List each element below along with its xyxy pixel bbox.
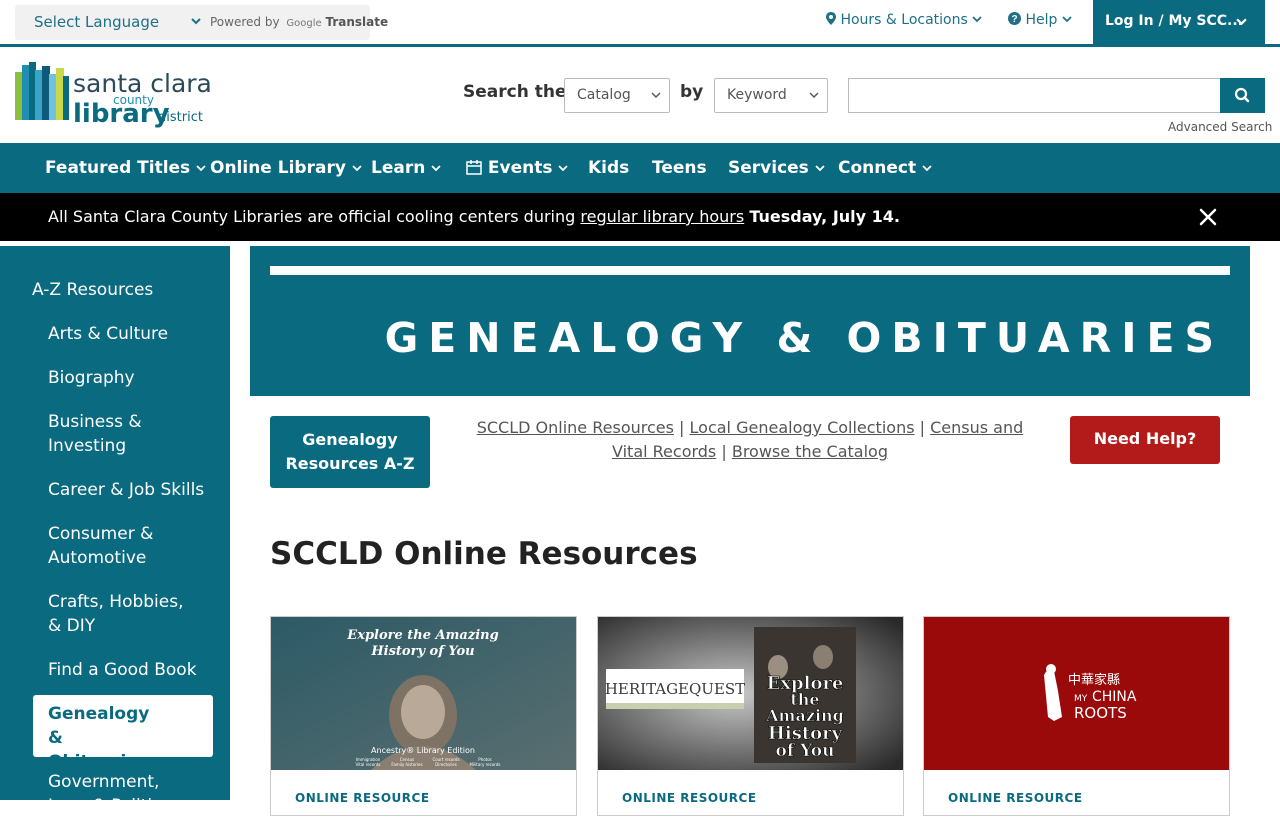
sidebar-item-genealogy[interactable]: Genealogy & Obituaries <box>48 702 168 774</box>
chevron-down-icon <box>1062 16 1072 23</box>
chevron-down-icon <box>651 92 661 98</box>
library-hours-link[interactable]: regular library hours <box>580 207 744 226</box>
search-by-label: by <box>680 82 704 102</box>
section-heading: SCCLD Online Resources <box>270 536 698 572</box>
hours-locations-link[interactable]: Hours & Locations <box>826 12 982 28</box>
nav-learn[interactable]: Learn <box>371 158 441 178</box>
main-nav: Featured Titles Online Library Learn Eve… <box>0 143 1280 193</box>
close-icon[interactable] <box>1198 207 1218 227</box>
svg-text:Vital records: Vital records <box>355 762 380 767</box>
svg-text:HERITAGEQUEST: HERITAGEQUEST <box>605 680 745 698</box>
svg-text:Military records: Military records <box>470 762 501 767</box>
powered-by: Powered by Google Translate <box>210 15 389 29</box>
alert-banner: All Santa Clara County Libraries are off… <box>0 193 1280 241</box>
chevron-down-icon <box>815 165 825 172</box>
login-button[interactable]: Log In / My SCC... <box>1093 0 1265 44</box>
need-help-button[interactable]: Need Help? <box>1070 416 1220 464</box>
nav-connect[interactable]: Connect <box>838 158 932 178</box>
language-selector[interactable]: Select Language Powered by Google Transl… <box>15 5 388 40</box>
sidebar-item-arts-culture[interactable]: Arts & Culture <box>48 322 213 346</box>
svg-text:ROOTS: ROOTS <box>1074 704 1127 722</box>
search-label: Search the <box>463 82 567 102</box>
utility-bar: Select Language Powered by Google Transl… <box>0 0 1280 44</box>
chevron-down-icon <box>809 92 819 98</box>
nav-online-library[interactable]: Online Library <box>210 158 362 178</box>
header-divider <box>0 44 1280 47</box>
sidebar-item-consumer[interactable]: Consumer & Automotive <box>48 522 158 570</box>
banner-rule <box>270 266 1230 275</box>
mychinaroots-image: 中華家縣 MY CHINA ROOTS <box>924 617 1229 770</box>
chevron-down-icon <box>558 165 569 172</box>
sidebar-item-az-resources[interactable]: A-Z Resources <box>32 278 197 302</box>
page-title: GENEALOGY & OBITUARIES <box>384 314 1224 362</box>
help-link[interactable]: ? Help <box>1008 12 1072 28</box>
nav-teens[interactable]: Teens <box>652 158 707 178</box>
nav-services[interactable]: Services <box>728 158 825 178</box>
card-type-label: ONLINE RESOURCE <box>622 791 757 805</box>
svg-text:CHINA: CHINA <box>1092 689 1137 705</box>
advanced-search-link[interactable]: Advanced Search <box>1168 120 1272 134</box>
svg-text:Directories: Directories <box>435 762 457 767</box>
heritagequest-image: HERITAGEQUEST Explore the Amazing Histor… <box>598 617 903 770</box>
local-genealogy-link[interactable]: Local Genealogy Collections <box>690 418 915 437</box>
sidebar-item-government[interactable]: Government, Law, & Politics <box>48 770 198 818</box>
svg-text:library: library <box>73 99 170 129</box>
chevron-down-icon <box>196 165 206 172</box>
svg-text:Family histories: Family histories <box>391 762 422 767</box>
svg-text:MY: MY <box>1074 694 1088 704</box>
resource-card-mychinaroots[interactable]: 中華家縣 MY CHINA ROOTS ONLINE RESOURCE <box>923 616 1230 816</box>
svg-text:district: district <box>158 110 203 125</box>
chevron-down-icon <box>972 16 982 23</box>
nav-featured-titles[interactable]: Featured Titles <box>45 158 206 178</box>
translate-link[interactable]: Translate <box>325 15 388 29</box>
resource-card-ancestry[interactable]: Explore the Amazing History of You Ances… <box>270 616 577 816</box>
genealogy-resources-button[interactable]: Genealogy Resources A-Z <box>270 416 430 488</box>
calendar-icon <box>466 160 482 175</box>
svg-text:Explore the Amazing: Explore the Amazing <box>346 628 498 643</box>
svg-text:Ancestry® Library Edition: Ancestry® Library Edition <box>371 746 475 755</box>
card-type-label: ONLINE RESOURCE <box>295 791 430 805</box>
browse-catalog-link[interactable]: Browse the Catalog <box>732 442 888 461</box>
card-type-label: ONLINE RESOURCE <box>948 791 1083 805</box>
search-input[interactable] <box>848 78 1221 113</box>
sccld-online-resources-link[interactable]: SCCLD Online Resources <box>477 418 674 437</box>
quick-links: SCCLD Online Resources | Local Genealogy… <box>476 418 1024 461</box>
logo-mark: santa clara county library district <box>15 62 212 129</box>
svg-text:中華家縣: 中華家縣 <box>1068 672 1120 688</box>
sidebar-item-business[interactable]: Business & Investing <box>48 410 158 458</box>
search-scope-select[interactable]: Catalog <box>564 78 670 113</box>
alert-text: All Santa Clara County Libraries are off… <box>48 207 900 226</box>
resource-card-heritagequest[interactable]: HERITAGEQUEST Explore the Amazing Histor… <box>597 616 904 816</box>
nav-kids[interactable]: Kids <box>588 158 629 178</box>
sidebar-item-career[interactable]: Career & Job Skills <box>48 478 213 502</box>
chevron-down-icon <box>191 18 201 25</box>
question-circle-icon: ? <box>1008 12 1021 25</box>
svg-text:?: ? <box>1011 14 1017 25</box>
nav-events[interactable]: Events <box>466 158 569 178</box>
sidebar-item-find-book[interactable]: Find a Good Book <box>48 658 213 682</box>
svg-text:of You: of You <box>776 741 835 761</box>
google-logo: Google <box>286 18 322 29</box>
map-marker-icon <box>826 12 836 25</box>
chevron-down-icon <box>922 165 932 172</box>
chevron-down-icon <box>1236 18 1247 26</box>
svg-text:History of You: History of You <box>370 644 474 659</box>
chevron-down-icon <box>431 165 441 172</box>
language-label: Select Language <box>34 13 160 31</box>
search-button[interactable] <box>1220 78 1265 113</box>
search-icon <box>1234 87 1250 103</box>
search-field-select[interactable]: Keyword <box>714 78 828 113</box>
sidebar-item-crafts[interactable]: Crafts, Hobbies, & DIY <box>48 590 198 638</box>
sidebar-item-biography[interactable]: Biography <box>48 366 213 390</box>
ancestry-image: Explore the Amazing History of You Ances… <box>271 617 576 770</box>
library-logo[interactable]: santa clara county library district <box>15 62 212 130</box>
chevron-down-icon <box>352 165 362 172</box>
